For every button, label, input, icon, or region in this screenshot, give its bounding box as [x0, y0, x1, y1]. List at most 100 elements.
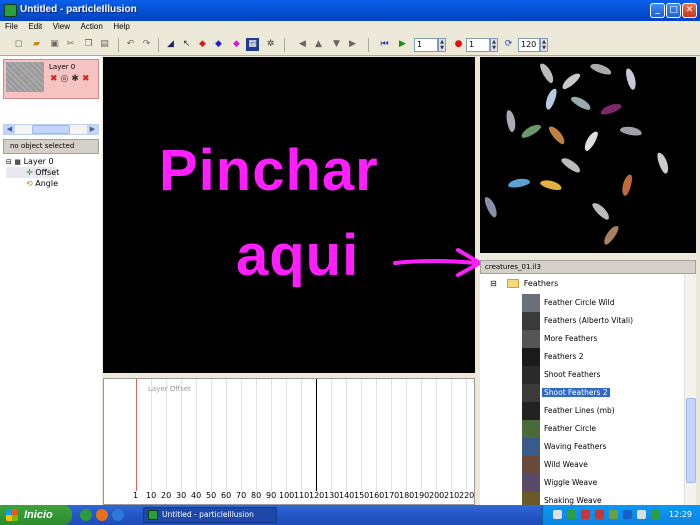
nav-down-icon[interactable]: ▼ [330, 38, 343, 51]
fps-spinner[interactable]: ▲ ▼ [540, 38, 548, 52]
rewind-icon[interactable]: ⏮ [378, 38, 391, 51]
tree-layer-node[interactable]: ⊟ ■ Layer 0 [6, 156, 58, 167]
nav-up-icon[interactable]: ▲ [312, 38, 325, 51]
tray-icon[interactable] [651, 510, 660, 519]
tick-label: 70 [236, 491, 247, 500]
tree-angle-node[interactable]: ⟲ Angle [6, 178, 58, 189]
loop-icon[interactable]: ⟳ [502, 38, 515, 51]
layer-settings-icon[interactable]: ✱ [71, 74, 82, 84]
library-item[interactable]: Wild Weave [522, 456, 682, 474]
tree-offset-node[interactable]: ✛ Offset [6, 167, 60, 178]
preview-feather [505, 109, 517, 133]
layer-lock-icon[interactable]: ✖ [82, 74, 93, 84]
library-scroll-thumb[interactable] [686, 398, 696, 483]
play-icon[interactable]: ▶ [396, 38, 409, 51]
close-button[interactable]: ✕ [682, 3, 697, 18]
system-tray: 12:29 [542, 505, 700, 525]
tray-icon[interactable] [567, 510, 576, 519]
menu-help[interactable]: Help [109, 21, 133, 31]
firefox-icon[interactable] [96, 509, 108, 521]
menu-action[interactable]: Action [77, 21, 107, 31]
tray-icon[interactable] [581, 510, 590, 519]
preview-feather [546, 124, 568, 146]
library-item[interactable]: Wiggle Weave [522, 474, 682, 492]
frame-input[interactable]: 1 [414, 38, 438, 52]
library-item[interactable]: Feathers (Alberto Vitali) [522, 312, 682, 330]
start-button[interactable]: Inicio [0, 505, 72, 525]
current-frame-marker[interactable] [136, 379, 137, 491]
library-item[interactable]: Waving Feathers [522, 438, 682, 456]
toolbar-separator [368, 38, 369, 52]
layers-panel: Layer 0 ✖◎✱✖ ◀ ▶ no object selected ⊟ ■ … [0, 56, 102, 505]
library-scrollbar[interactable] [684, 274, 696, 505]
item-label: Feather Circle Wild [544, 298, 615, 307]
end-frame-marker[interactable] [316, 379, 317, 491]
library-item[interactable]: Feather Circle [522, 420, 682, 438]
tray-icon[interactable] [595, 510, 604, 519]
item-thumbnail [522, 348, 540, 366]
pointer-tool-icon[interactable]: ↖ [180, 38, 193, 51]
layers-scrollbar[interactable]: ◀ ▶ [3, 124, 99, 135]
tree-offset-label: Offset [35, 168, 60, 177]
cut-icon[interactable]: ✂ [64, 38, 77, 51]
tray-icon[interactable] [609, 510, 618, 519]
layer-target-icon[interactable]: ◎ [61, 74, 72, 84]
copy-icon[interactable]: ❐ [82, 38, 95, 51]
collapse-icon[interactable]: ⊟ [6, 158, 12, 166]
menu-view[interactable]: View [49, 21, 74, 31]
frame-spinner[interactable]: ▲ ▼ [438, 38, 446, 52]
new-icon[interactable]: ◻ [12, 38, 25, 51]
stage-viewport[interactable] [103, 57, 475, 373]
tray-icon[interactable] [637, 510, 646, 519]
scroll-right-arrow[interactable]: ▶ [87, 125, 98, 134]
open-icon[interactable]: ▰ [30, 38, 43, 51]
tray-icon[interactable] [553, 510, 562, 519]
maximize-button[interactable]: □ [666, 3, 681, 18]
library-item[interactable]: Feather Circle Wild [522, 294, 682, 312]
redo-icon[interactable]: ↷ [140, 38, 153, 51]
emitter-tool-icon[interactable]: ◆ [196, 38, 209, 51]
nav-left-icon[interactable]: ◀ [296, 38, 309, 51]
item-label: Wiggle Weave [544, 478, 598, 487]
preview-feather [569, 94, 593, 112]
undo-icon[interactable]: ↶ [124, 38, 137, 51]
frame-input-2[interactable]: 1 [466, 38, 490, 52]
quicklaunch-icon[interactable] [80, 509, 92, 521]
select-tool-icon[interactable]: ◢ [164, 38, 177, 51]
tick-label: 60 [221, 491, 232, 500]
frame-spinner-2[interactable]: ▲ ▼ [490, 38, 498, 52]
layer-visibility-icon[interactable]: ✖ [50, 74, 61, 84]
grid-tool-icon[interactable]: ▦ [246, 38, 259, 51]
library-item[interactable]: Shoot Feathers [522, 366, 682, 384]
scroll-left-arrow[interactable]: ◀ [4, 125, 15, 134]
library-item[interactable]: Shaking Weave [522, 492, 682, 505]
fps-input[interactable]: 120 [518, 38, 540, 52]
tick-label: 30 [176, 491, 187, 500]
timeline[interactable]: Layer Offset 1 10 20 30 40 50 60 70 80 9… [103, 378, 475, 505]
ie-icon[interactable] [112, 509, 124, 521]
layer-card[interactable]: Layer 0 ✖◎✱✖ [3, 59, 99, 99]
nav-right-icon[interactable]: ▶ [346, 38, 359, 51]
camera-tool-icon[interactable]: ✲ [264, 38, 277, 51]
blocker-tool-icon[interactable]: ◆ [230, 38, 243, 51]
library-folder[interactable]: ⊟ Feathers [490, 279, 558, 288]
item-thumbnail [522, 456, 540, 474]
tray-icon[interactable] [623, 510, 632, 519]
library-item[interactable]: Feather Lines (mb) [522, 402, 682, 420]
record-icon[interactable]: ● [452, 38, 465, 51]
folder-collapse-icon[interactable]: ⊟ [490, 279, 497, 288]
minimize-button[interactable]: _ [650, 3, 665, 18]
scroll-thumb[interactable] [32, 125, 70, 134]
library-item[interactable]: Feathers 2 [522, 348, 682, 366]
library-item[interactable]: More Feathers [522, 330, 682, 348]
deflector-tool-icon[interactable]: ◆ [212, 38, 225, 51]
taskbar-window-button[interactable]: Untitled - particleIllusion [143, 507, 277, 523]
item-label: Wild Weave [544, 460, 588, 469]
menu-file[interactable]: File [0, 21, 22, 31]
library-item-selected[interactable]: Shoot Feathers 2 [522, 384, 682, 402]
paste-icon[interactable]: ▤ [98, 38, 111, 51]
menu-edit[interactable]: Edit [24, 21, 46, 31]
save-icon[interactable]: ▣ [48, 38, 61, 51]
timeline-grid: Layer Offset [104, 379, 474, 491]
item-thumbnail [522, 474, 540, 492]
